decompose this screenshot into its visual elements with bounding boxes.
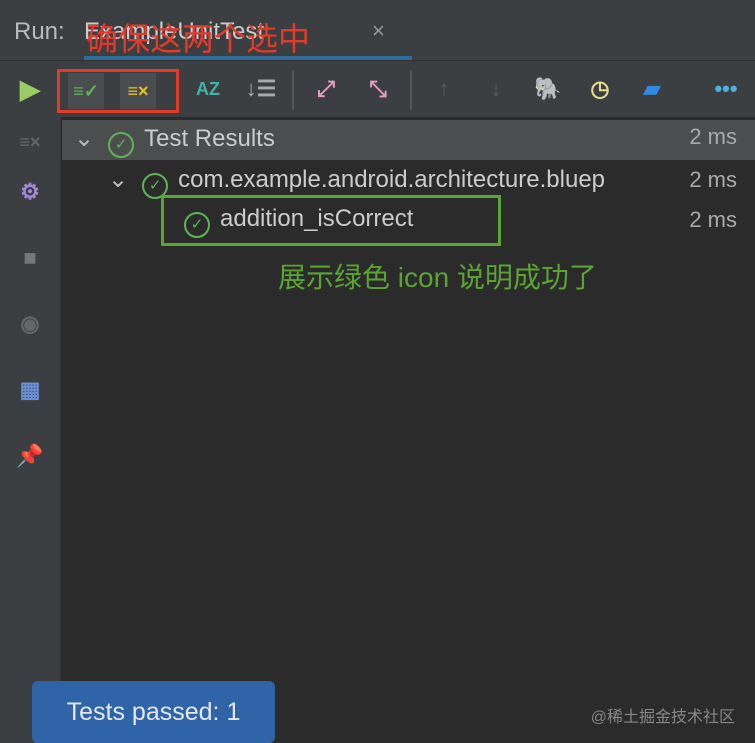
passed-check-icon: ✓ <box>108 132 135 158</box>
layout-icon[interactable]: ▦ <box>12 372 48 408</box>
view-eye-icon[interactable]: ◉ <box>12 306 48 342</box>
next-failed-icon[interactable]: ↓ <box>478 71 514 107</box>
row-time: 2 ms <box>689 124 737 149</box>
row-label: com.example.android.architecture.bluep <box>178 166 606 193</box>
annotation-top: 确保这两个选中 <box>86 21 311 57</box>
expand-all-icon[interactable]: ⤢ <box>308 71 344 107</box>
annotation-green-box <box>161 195 501 246</box>
rerun-play-icon[interactable]: ▶ <box>12 71 48 107</box>
pin-icon[interactable]: 📌 <box>12 438 48 474</box>
close-tab-icon[interactable]: × <box>372 18 385 44</box>
previous-failed-icon[interactable]: ↑ <box>426 71 462 107</box>
tree-row-test-results[interactable]: ⌄ ✓ Test Results 2 ms <box>74 124 755 158</box>
collapse-all-icon[interactable]: ⤡ <box>360 71 396 107</box>
tree-row-package[interactable]: ⌄ ✓ com.example.android.architecture.bluep <box>108 165 688 199</box>
stop-icon[interactable]: ■ <box>12 240 48 276</box>
export-results-icon[interactable]: ▰ <box>634 71 670 107</box>
row-time: 2 ms <box>689 207 737 232</box>
run-label: Run: <box>14 18 65 45</box>
watermark: @稀土掘金技术社区 <box>590 709 735 726</box>
clear-icon[interactable]: ≡× <box>12 124 48 160</box>
left-sidebar <box>0 117 61 743</box>
tests-passed-badge[interactable]: Tests passed: 1 <box>32 681 275 743</box>
sort-duration-icon[interactable]: ↓☰ <box>243 71 279 107</box>
import-tests-gradle-icon[interactable]: 🐘 <box>530 71 566 107</box>
row-label: Test Results <box>144 125 275 152</box>
annotation-red-box <box>57 69 179 113</box>
test-history-icon[interactable]: ◷ <box>582 71 618 107</box>
more-options-icon[interactable]: ••• <box>708 71 744 107</box>
row-time: 2 ms <box>689 167 737 192</box>
annotation-middle: 展示绿色 icon 说明成功了 <box>278 262 597 293</box>
settings-gear-icon[interactable]: ⚙ <box>12 174 48 210</box>
sort-alphabetically-icon[interactable]: AZ <box>190 71 226 107</box>
